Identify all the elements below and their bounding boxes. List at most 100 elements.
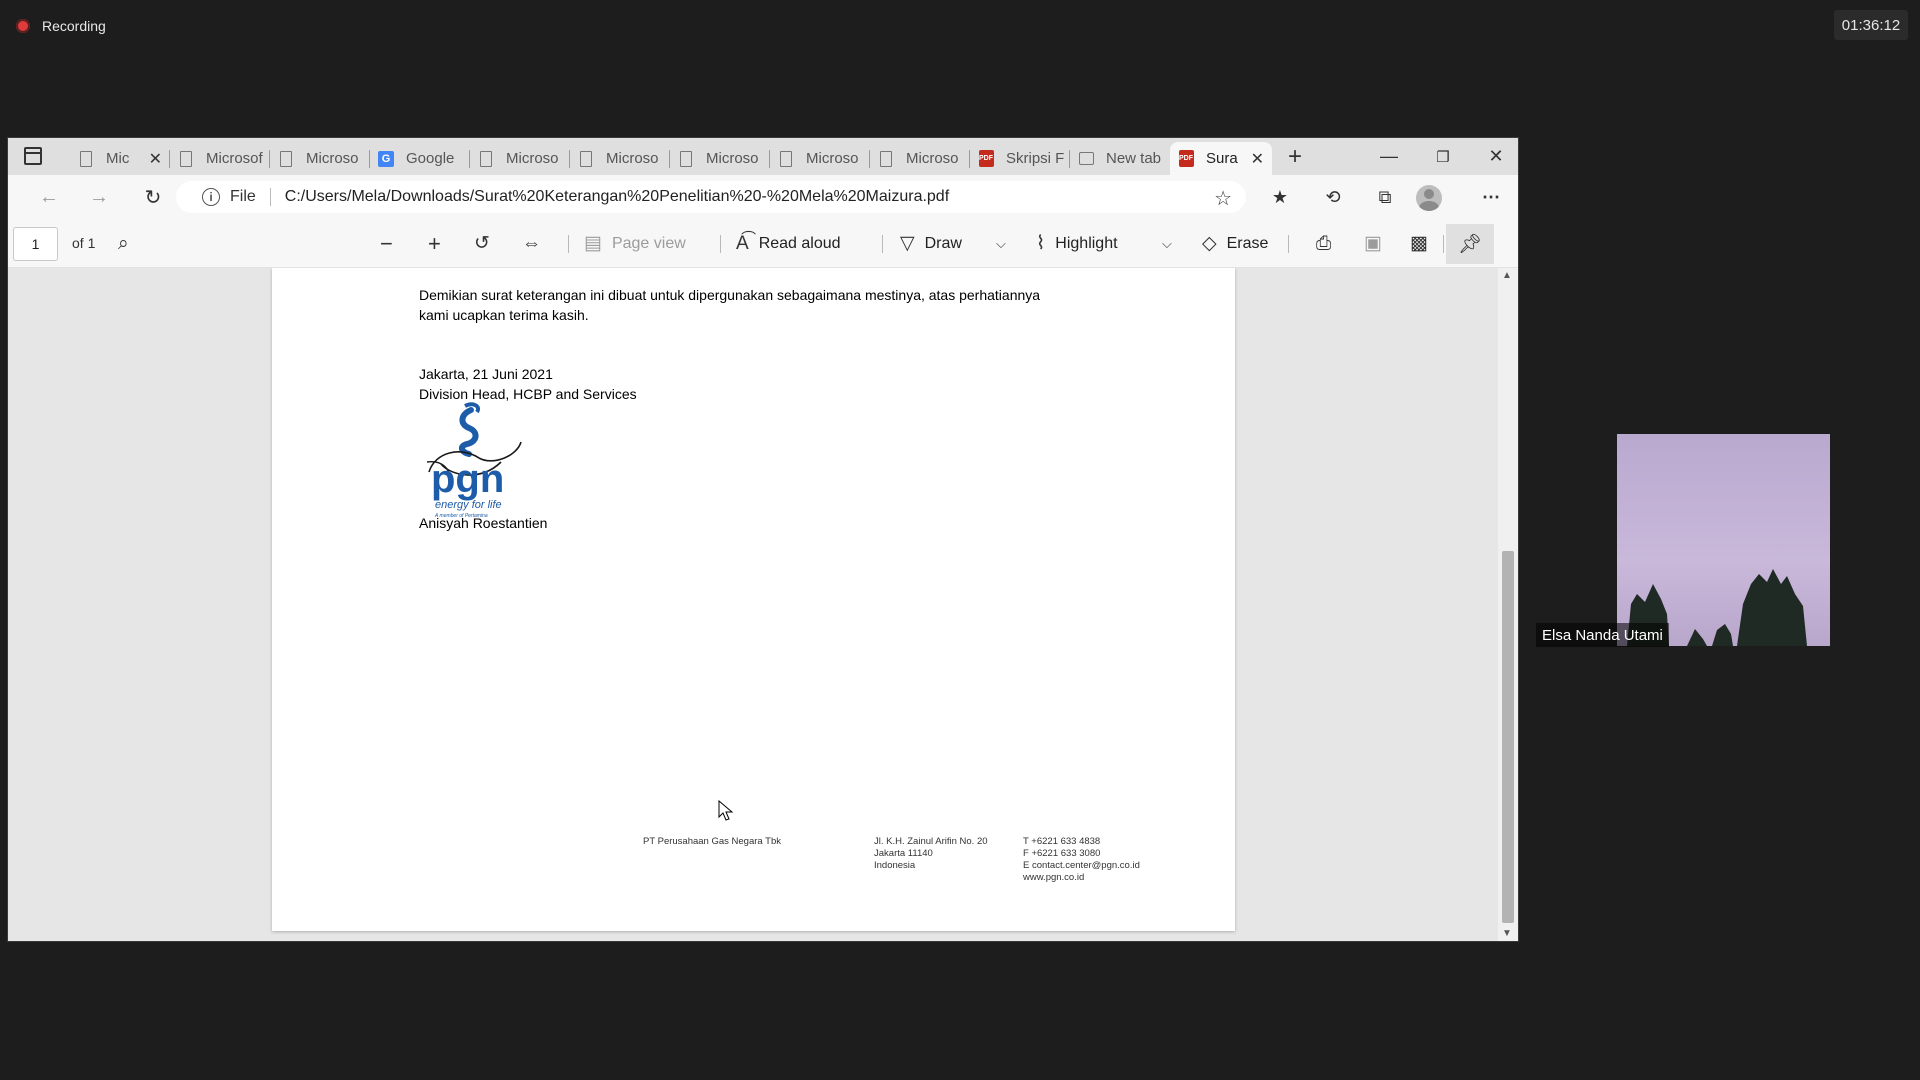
profile-avatar[interactable] (1416, 185, 1442, 211)
mouse-cursor-icon (718, 800, 734, 821)
close-tab-icon[interactable]: ✕ (1251, 149, 1264, 169)
tab-0[interactable]: Mic ✕ (70, 142, 170, 175)
closing-line-1: Demikian surat keterangan ini dibuat unt… (419, 287, 1041, 303)
signature-icon: pgn energy for life A member of Pertamin… (426, 402, 522, 519)
address-bar[interactable]: i File C:/Users/Mela/Downloads/Surat%20K… (176, 181, 1246, 213)
recording-icon (16, 19, 30, 33)
tab-9[interactable]: PDF Skripsi F (970, 142, 1070, 175)
signatory-position: Division Head, HCBP and Services (419, 386, 637, 402)
svg-text:energy for life: energy for life (435, 499, 502, 511)
tab-10[interactable]: New tab (1070, 142, 1170, 175)
favorites-icon[interactable]: ★ (1263, 181, 1297, 213)
back-button[interactable]: ← (32, 181, 66, 213)
url-text[interactable]: C:/Users/Mela/Downloads/Surat%20Keterang… (285, 188, 949, 206)
erase-button[interactable]: ◇ Erase (1202, 219, 1268, 268)
info-icon[interactable]: i (202, 188, 220, 206)
save-as-button[interactable]: ▩ (1410, 219, 1428, 268)
search-button[interactable]: ⌕ (118, 219, 129, 268)
closing-line-2: kami ucapkan terima kasih. (419, 307, 589, 323)
tab-active[interactable]: PDF Sura ✕ (1170, 142, 1272, 175)
tab-4[interactable]: Microso (470, 142, 570, 175)
rotate-icon: ↺ (474, 233, 490, 254)
save-icon: ▣ (1364, 233, 1382, 254)
tab-title: Skripsi F (1006, 150, 1065, 167)
tab-1[interactable]: Microsof (170, 142, 270, 175)
page-number-input[interactable]: 1 (13, 227, 58, 261)
page-view-label: Page view (611, 234, 686, 252)
highlight-icon: ⌇ (1036, 233, 1046, 254)
recording-indicator: Recording (16, 16, 106, 36)
highlight-button[interactable]: ⌇ Highlight (1036, 219, 1118, 268)
highlight-label: Highlight (1055, 234, 1118, 252)
footer-company: PT Perusahaan Gas Negara Tbk (643, 836, 782, 847)
zoom-in-button[interactable]: + (428, 219, 441, 268)
restore-button[interactable]: ❐ (1420, 138, 1466, 175)
tab-6[interactable]: Microso (670, 142, 770, 175)
save-button[interactable]: ▣ (1364, 219, 1382, 268)
svg-text:pgn: pgn (431, 457, 504, 501)
fit-to-width-button[interactable]: ⇔ (522, 219, 541, 268)
pdf-viewport[interactable]: Demikian surat keterangan ini dibuat unt… (8, 268, 1498, 941)
vertical-scrollbar[interactable]: ▲ ▼ (1498, 268, 1518, 941)
refresh-button[interactable]: ↻ (136, 181, 170, 213)
recording-label: Recording (42, 18, 106, 34)
tab-title: Microso (306, 150, 359, 167)
minimize-button[interactable]: — (1366, 138, 1412, 175)
read-aloud-label: Read aloud (758, 234, 841, 252)
eraser-icon: ◇ (1202, 233, 1217, 254)
more-menu-icon[interactable]: ⋯ (1474, 181, 1508, 213)
new-tab-button[interactable]: + (1280, 142, 1310, 172)
tab-title: Microso (706, 150, 759, 167)
page-count: of 1 (72, 235, 96, 251)
pin-toolbar-button[interactable]: 📌︎ (1446, 224, 1494, 264)
pdf-icon: PDF (978, 150, 994, 168)
draw-button[interactable]: ▽ Draw (900, 219, 962, 268)
highlight-options-dropdown[interactable]: ⌵ (1162, 219, 1172, 268)
meeting-timer: 01:36:12 (1834, 10, 1908, 40)
tab-8[interactable]: Microso (870, 142, 970, 175)
print-button[interactable]: ⎙ (1316, 219, 1331, 268)
page-icon (78, 150, 94, 168)
footer-address-line: Jl. K.H. Zainul Arifin No. 20 (874, 836, 988, 847)
pdf-page: Demikian surat keterangan ini dibuat unt… (272, 268, 1235, 931)
tab-5[interactable]: Microso (570, 142, 670, 175)
scroll-down-icon[interactable]: ▼ (1502, 928, 1512, 939)
address-bar-row: ← → ↻ i File C:/Users/Mela/Downloads/Sur… (8, 175, 1518, 219)
footer-email: E contact.center@pgn.co.id (1023, 860, 1140, 871)
close-tab-icon[interactable]: ✕ (149, 149, 162, 169)
read-aloud-icon: A͡ (736, 232, 749, 254)
footer-address: Jl. K.H. Zainul Arifin No. 20 Jakarta 11… (874, 836, 988, 872)
draw-options-dropdown[interactable]: ⌵ (996, 219, 1006, 268)
participant-video[interactable] (1617, 434, 1830, 646)
forward-button[interactable]: → (82, 181, 116, 213)
zoom-out-button[interactable]: − (380, 219, 393, 268)
page-icon (678, 150, 694, 168)
page-icon (478, 150, 494, 168)
tab-3[interactable]: G Google (370, 142, 470, 175)
add-favorite-icon[interactable]: ☆ (1214, 186, 1232, 211)
page-icon (578, 150, 594, 168)
rotate-button[interactable]: ↺ (474, 219, 490, 268)
tab-7[interactable]: Microso (770, 142, 870, 175)
scroll-thumb[interactable] (1502, 551, 1514, 923)
page-view-button[interactable]: ▤ Page view (584, 219, 686, 268)
read-aloud-button[interactable]: A͡ Read aloud (736, 219, 841, 268)
signatory-name: Anisyah Roestantien (419, 515, 548, 531)
pin-icon: 📌︎ (1457, 234, 1483, 255)
tab-title: Microso (506, 150, 559, 167)
collections-icon[interactable]: ⧉ (1368, 181, 1402, 213)
tab-title: Mic (106, 150, 130, 167)
close-window-button[interactable]: ✕ (1473, 138, 1518, 175)
tab-title: Microsof (206, 150, 263, 167)
history-icon[interactable]: ⟲ (1316, 181, 1350, 213)
page-icon (878, 150, 894, 168)
tab-actions-menu-icon[interactable] (24, 147, 42, 165)
page-icon (778, 150, 794, 168)
scroll-up-icon[interactable]: ▲ (1502, 270, 1512, 281)
footer-fax: F +6221 633 3080 (1023, 848, 1101, 859)
page-icon (278, 150, 294, 168)
chevron-down-icon: ⌵ (1162, 235, 1172, 251)
page-view-icon: ▤ (584, 233, 602, 254)
url-scheme: File (230, 188, 256, 205)
tab-2[interactable]: Microso (270, 142, 370, 175)
